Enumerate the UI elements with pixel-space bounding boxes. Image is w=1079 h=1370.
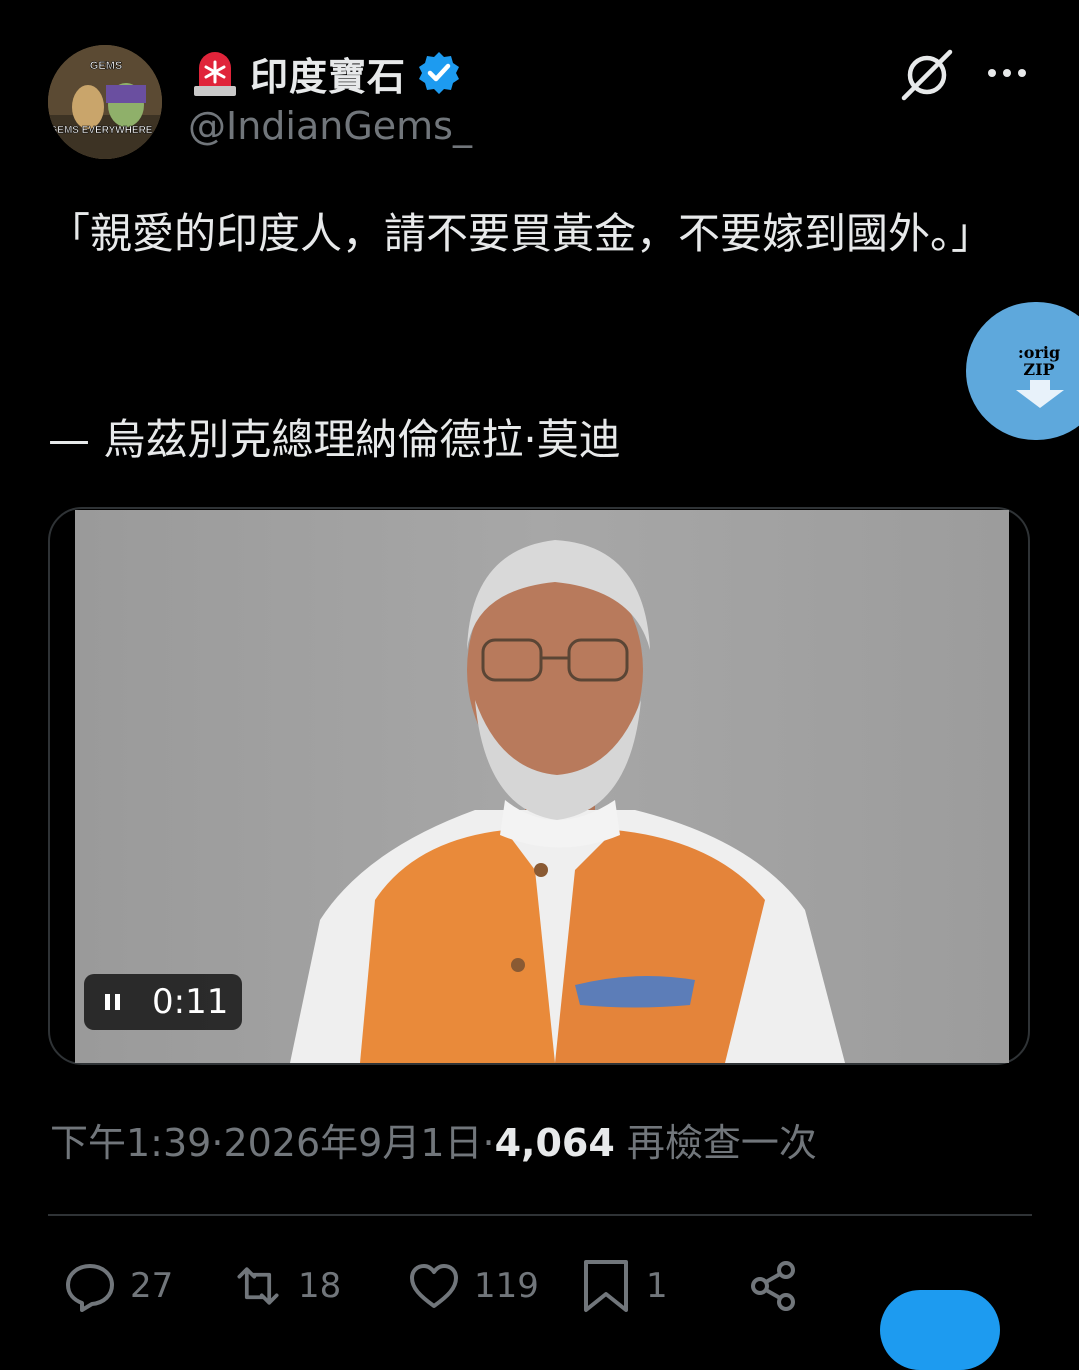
author-name-row[interactable]: 印度寶石 [190, 46, 462, 101]
pause-icon[interactable] [102, 991, 124, 1013]
reply-button[interactable]: 27 [62, 1258, 173, 1314]
bookmark-icon [584, 1260, 628, 1312]
more-icon-glyph [988, 69, 1026, 77]
siren-icon [194, 52, 236, 96]
avatar-text-top: GEMS [90, 60, 122, 72]
tweet-meta: 下午1:39 · 2026年9月1日 · 4,064 再檢查一次 [50, 1112, 817, 1167]
avatar-text-bottom: GEMS EVERYWHERE [50, 125, 153, 136]
download-arrow-icon [1016, 380, 1064, 408]
like-button[interactable]: 119 [406, 1258, 539, 1314]
more-icon[interactable] [984, 58, 1030, 88]
handle[interactable]: @IndianGems_ [188, 104, 472, 148]
view-count-label: 再檢查一次 [626, 1121, 817, 1165]
avatar[interactable]: GEMS GEMS EVERYWHERE [48, 45, 162, 159]
reply-icon [66, 1264, 114, 1312]
avatar-image: GEMS GEMS EVERYWHERE [48, 45, 162, 159]
bookmark-count: 1 [646, 1266, 668, 1306]
view-count[interactable]: 4,064 [495, 1121, 615, 1165]
orig-zip-label: :orig ZIP [1008, 344, 1070, 378]
tweet-attribution: — 烏茲別克總理納倫德拉·莫迪 [48, 415, 621, 464]
video-controls[interactable]: 0:11 [84, 974, 242, 1030]
divider [48, 1214, 1032, 1216]
meta-separator-2: · [482, 1121, 495, 1165]
share-button[interactable] [746, 1258, 802, 1314]
tweet-time[interactable]: 下午1:39 [50, 1112, 211, 1167]
reply-count: 27 [130, 1266, 174, 1306]
zip-line2: ZIP [1023, 360, 1055, 379]
zip-line1: :orig [1017, 343, 1061, 362]
floating-action-button[interactable] [880, 1290, 1000, 1370]
bookmark-button[interactable]: 1 [578, 1258, 668, 1314]
grok-icon[interactable] [898, 46, 956, 104]
tweet-text: 「親愛的印度人，請不要買黃金，不要嫁到國外。」 [48, 209, 994, 258]
share-icon [751, 1261, 795, 1311]
display-name[interactable]: 印度寶石 [250, 46, 406, 101]
meta-separator: · [211, 1121, 224, 1165]
verified-badge-icon [419, 52, 460, 94]
repost-count: 18 [298, 1266, 342, 1306]
repost-icon [237, 1267, 279, 1305]
heart-icon [410, 1264, 458, 1308]
like-count: 119 [474, 1266, 539, 1306]
tweet-date[interactable]: 2026年9月1日 [223, 1112, 482, 1167]
repost-button[interactable]: 18 [230, 1258, 341, 1314]
video-time: 0:11 [152, 982, 229, 1022]
